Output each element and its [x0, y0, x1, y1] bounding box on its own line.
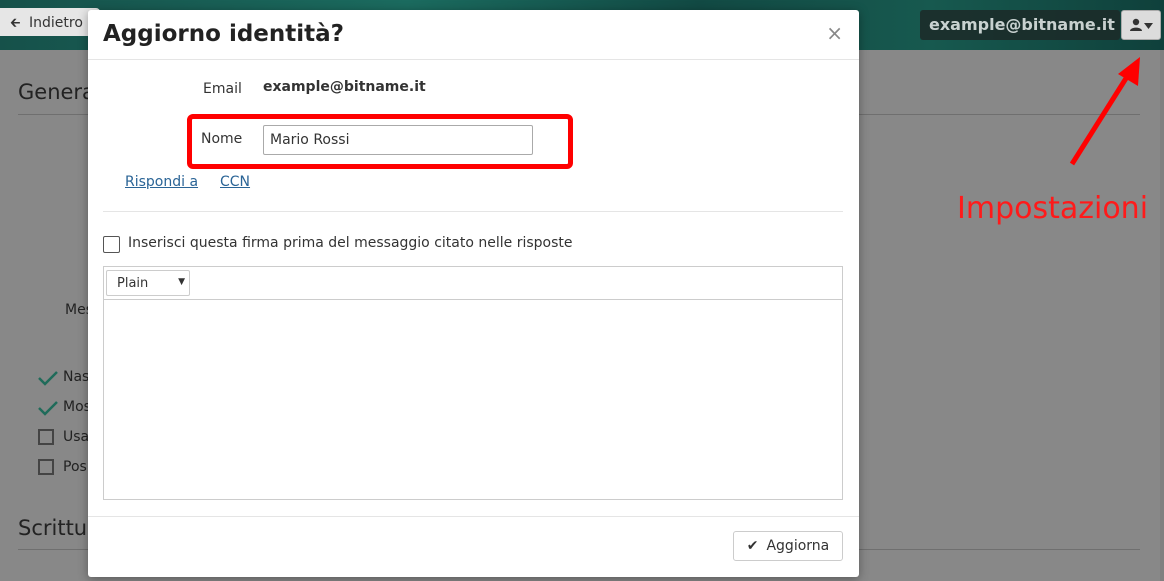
- chevron-down-icon: ▼: [178, 277, 185, 287]
- account-email: example@bitname.it: [920, 10, 1120, 40]
- dialog-header: Aggiorno identità? ×: [88, 10, 859, 60]
- back-button[interactable]: 🡰 Indietro: [0, 8, 100, 36]
- option-checkbox[interactable]: [38, 459, 54, 475]
- option-label: Pos: [63, 459, 87, 475]
- arrow-left-icon: 🡰: [10, 16, 21, 31]
- highlight-box: [187, 114, 573, 169]
- signature-checkbox-label: Inserisci questa firma prima del messagg…: [128, 235, 573, 251]
- caret-down-icon: [1144, 22, 1153, 29]
- bcc-link[interactable]: CCN: [220, 174, 250, 190]
- update-identity-dialog: Aggiorno identità? × Email example@bitna…: [88, 10, 859, 577]
- check-icon: [38, 371, 58, 386]
- option-label: Nas: [63, 369, 90, 385]
- editor-mode-select[interactable]: Plain ▼: [106, 270, 190, 296]
- email-label: Email: [203, 81, 242, 97]
- close-icon[interactable]: ×: [826, 23, 843, 43]
- option-label: Usa: [63, 429, 90, 445]
- back-label: Indietro: [28, 15, 83, 31]
- annotation-label: Impostazioni: [957, 191, 1149, 226]
- editor-toolbar: Plain ▼: [104, 267, 842, 300]
- checkmark-icon: ✔: [746, 538, 759, 554]
- option-checkbox[interactable]: [38, 429, 54, 445]
- annotation-arrow-icon: [1069, 57, 1140, 166]
- editor-mode-value: Plain: [117, 276, 149, 291]
- section-title-writing: Scrittu: [18, 516, 88, 540]
- update-button-label: Aggiorna: [766, 538, 830, 554]
- signature-checkbox[interactable]: [103, 236, 120, 253]
- dialog-footer-divider: [88, 516, 859, 517]
- divider: [103, 211, 843, 212]
- user-icon: [1130, 18, 1142, 31]
- check-icon: [38, 401, 58, 416]
- settings-button[interactable]: [1121, 10, 1161, 40]
- section-title-general: Genera: [18, 80, 95, 104]
- reply-to-link[interactable]: Rispondi a: [125, 174, 198, 190]
- dialog-title: Aggiorno identità?: [103, 21, 344, 47]
- update-button[interactable]: ✔ Aggiorna: [733, 531, 843, 561]
- signature-editor: Plain ▼: [103, 266, 843, 500]
- email-value: example@bitname.it: [263, 79, 426, 95]
- option-label: Mos: [63, 399, 91, 415]
- editor-textarea[interactable]: [104, 300, 842, 498]
